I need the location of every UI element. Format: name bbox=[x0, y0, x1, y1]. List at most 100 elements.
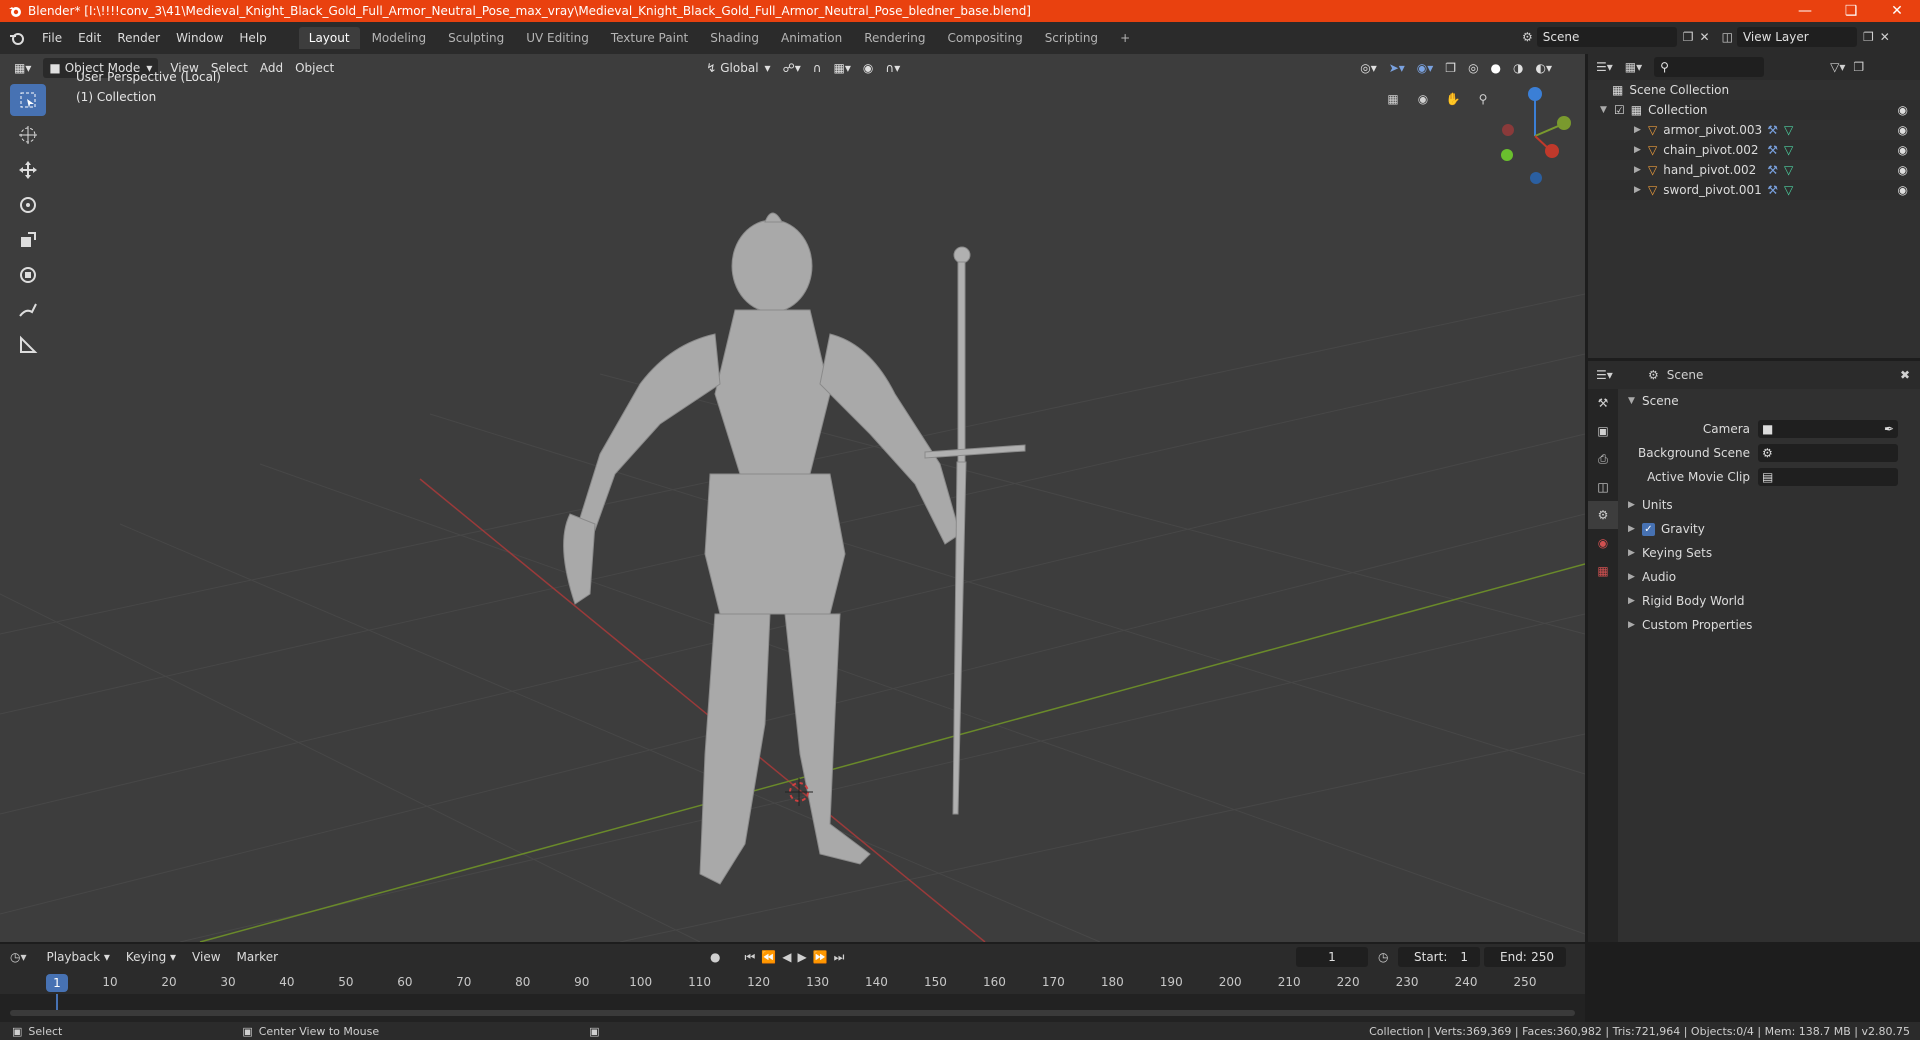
view-layer-field[interactable]: View Layer bbox=[1736, 27, 1857, 47]
editor-type-icon[interactable]: ▦▾ bbox=[8, 58, 37, 78]
eye-icon[interactable]: ◉ bbox=[1898, 183, 1908, 197]
tab-sculpting[interactable]: Sculpting bbox=[438, 27, 514, 49]
pan-hand-icon[interactable]: ✋ bbox=[1440, 86, 1466, 112]
maximize-icon[interactable]: ❑ bbox=[1828, 0, 1874, 22]
gravity-checkbox[interactable]: ✓ bbox=[1642, 522, 1655, 536]
outliner-editor-icon[interactable]: ☰▾ bbox=[1596, 60, 1613, 74]
expand-down-icon[interactable]: ▼ bbox=[1600, 105, 1614, 115]
mesh-data-icon[interactable]: ▽ bbox=[1784, 183, 1793, 197]
tab-modeling[interactable]: Modeling bbox=[362, 27, 437, 49]
camera-field[interactable]: ■ ✒ bbox=[1758, 420, 1898, 438]
view-layer-tab-icon[interactable]: ◫ bbox=[1588, 473, 1618, 501]
tab-layout[interactable]: Layout bbox=[298, 27, 360, 49]
move-tool[interactable] bbox=[10, 154, 46, 186]
stopwatch-icon[interactable]: ◷ bbox=[1378, 950, 1388, 964]
background-scene-field[interactable]: ⚙ bbox=[1758, 444, 1898, 462]
modifier-icon[interactable]: ⚒ bbox=[1767, 123, 1778, 137]
rotate-tool[interactable] bbox=[10, 189, 46, 221]
eye-icon[interactable]: ◉ bbox=[1898, 103, 1908, 117]
annotate-tool[interactable] bbox=[10, 294, 46, 326]
tab-scripting[interactable]: Scripting bbox=[1035, 27, 1108, 49]
timeline-menu-view[interactable]: View bbox=[184, 950, 228, 964]
collection-row[interactable]: ▼ ☑ ▦ Collection ◉ bbox=[1588, 100, 1920, 120]
3d-viewport[interactable]: ▦▾ ■ Object Mode ▾ View Select Add Objec… bbox=[0, 54, 1585, 942]
scene-icon[interactable]: ⚙ bbox=[1522, 30, 1533, 44]
scene-tab-icon[interactable]: ⚙ bbox=[1588, 501, 1618, 529]
current-frame-field[interactable]: 1 bbox=[1296, 947, 1368, 967]
audio-panel-header[interactable]: ▶ Audio bbox=[1618, 565, 1920, 589]
tool-tab-icon[interactable]: ⚒ bbox=[1588, 389, 1618, 417]
texture-tab-icon[interactable]: ▦ bbox=[1588, 557, 1618, 585]
outliner-object-row[interactable]: ▶ ▽ hand_pivot.002 ⚒ ▽ ◉ bbox=[1588, 160, 1920, 180]
proportional-edit-icon[interactable]: ◉ bbox=[857, 58, 879, 78]
menu-help[interactable]: Help bbox=[231, 31, 274, 45]
jump-end-icon[interactable]: ⏭ bbox=[834, 950, 845, 965]
tab-animation[interactable]: Animation bbox=[771, 27, 852, 49]
gizmo-toggle-icon[interactable]: ➤▾ bbox=[1383, 58, 1411, 78]
menu-window[interactable]: Window bbox=[168, 31, 231, 45]
snap-target-icon[interactable]: ▦▾ bbox=[828, 58, 857, 78]
new-view-layer-icon[interactable]: ❐ bbox=[1863, 30, 1874, 44]
overlay-toggle-icon[interactable]: ◉▾ bbox=[1411, 58, 1440, 78]
view-layer-icon[interactable]: ◫ bbox=[1722, 30, 1733, 44]
timeline-ruler[interactable]: 1 10 20 30 40 50 60 70 80 90 100 110 120 130 140 150 16… bbox=[0, 972, 1585, 994]
play-icon[interactable]: ▶ bbox=[797, 950, 806, 965]
mesh-data-icon[interactable]: ▽ bbox=[1784, 143, 1793, 157]
transform-orientation-dropdown[interactable]: ↯ Global ▾ bbox=[700, 58, 776, 78]
snap-icon[interactable]: ∩ bbox=[807, 58, 828, 78]
expand-right-icon[interactable]: ▶ bbox=[1634, 125, 1648, 135]
shading-material-icon[interactable]: ◑ bbox=[1507, 58, 1529, 78]
toggle-camera-grid-icon[interactable]: ▦ bbox=[1380, 86, 1406, 112]
next-keyframe-icon[interactable]: ⏩ bbox=[813, 950, 828, 965]
scale-tool[interactable] bbox=[10, 224, 46, 256]
add-workspace-icon[interactable]: + bbox=[1110, 27, 1140, 49]
rigid-body-world-panel-header[interactable]: ▶ Rigid Body World bbox=[1618, 589, 1920, 613]
minimize-icon[interactable]: — bbox=[1782, 0, 1828, 22]
timeline-scrollbar[interactable] bbox=[10, 1010, 1575, 1016]
delete-view-layer-icon[interactable]: ✕ bbox=[1880, 30, 1890, 44]
filter-icon[interactable]: ▽▾ bbox=[1830, 60, 1845, 74]
modifier-icon[interactable]: ⚒ bbox=[1767, 183, 1778, 197]
new-scene-icon[interactable]: ❐ bbox=[1683, 30, 1694, 44]
keying-sets-panel-header[interactable]: ▶ Keying Sets bbox=[1618, 541, 1920, 565]
prev-keyframe-icon[interactable]: ⏪ bbox=[761, 950, 776, 965]
pivot-icon[interactable]: ☍▾ bbox=[777, 58, 807, 78]
viewport-menu-add[interactable]: Add bbox=[254, 58, 289, 78]
jump-start-icon[interactable]: ⏮ bbox=[744, 950, 755, 965]
timeline-track[interactable] bbox=[0, 994, 1585, 1022]
transform-tool[interactable] bbox=[10, 259, 46, 291]
start-frame-field[interactable]: Start: 1 bbox=[1398, 947, 1480, 967]
camera-view-icon[interactable]: ◉ bbox=[1410, 86, 1436, 112]
mesh-data-icon[interactable]: ▽ bbox=[1784, 123, 1793, 137]
record-icon[interactable]: ● bbox=[710, 950, 720, 965]
collection-checkbox[interactable]: ☑ bbox=[1614, 103, 1625, 117]
custom-properties-panel-header[interactable]: ▶ Custom Properties bbox=[1618, 613, 1920, 637]
select-box-tool[interactable] bbox=[10, 84, 46, 116]
world-tab-icon[interactable]: ◉ bbox=[1588, 529, 1618, 557]
knight-model[interactable] bbox=[563, 212, 961, 885]
outliner-object-row[interactable]: ▶ ▽ sword_pivot.001 ⚒ ▽ ◉ bbox=[1588, 180, 1920, 200]
shading-wireframe-icon[interactable]: ◎ bbox=[1462, 58, 1484, 78]
new-collection-icon[interactable]: ❐ bbox=[1853, 60, 1864, 74]
eye-icon[interactable]: ◉ bbox=[1898, 143, 1908, 157]
outliner-search-input[interactable]: ⚲ bbox=[1654, 57, 1765, 77]
zoom-icon[interactable]: ⚲ bbox=[1470, 86, 1496, 112]
falloff-icon[interactable]: ∩▾ bbox=[879, 58, 906, 78]
end-frame-field[interactable]: End: 250 bbox=[1484, 947, 1566, 967]
menu-edit[interactable]: Edit bbox=[70, 31, 109, 45]
tab-uv-editing[interactable]: UV Editing bbox=[516, 27, 599, 49]
playhead[interactable]: 1 bbox=[46, 974, 68, 992]
scene-name-field[interactable]: Scene bbox=[1536, 27, 1677, 47]
properties-editor-icon[interactable]: ☰▾ bbox=[1596, 368, 1613, 382]
menu-file[interactable]: File bbox=[34, 31, 70, 45]
tab-shading[interactable]: Shading bbox=[700, 27, 769, 49]
menu-render[interactable]: Render bbox=[109, 31, 168, 45]
delete-scene-icon[interactable]: ✕ bbox=[1700, 30, 1710, 44]
visibility-icon[interactable]: ◎▾ bbox=[1354, 58, 1383, 78]
modifier-icon[interactable]: ⚒ bbox=[1767, 143, 1778, 157]
expand-right-icon[interactable]: ▶ bbox=[1634, 145, 1648, 155]
active-movie-clip-field[interactable]: ▤ bbox=[1758, 468, 1898, 486]
shading-solid-icon[interactable]: ● bbox=[1485, 58, 1507, 78]
pin-icon[interactable]: ✖ bbox=[1900, 368, 1910, 382]
scene-collection-row[interactable]: ▦ Scene Collection bbox=[1588, 80, 1920, 100]
